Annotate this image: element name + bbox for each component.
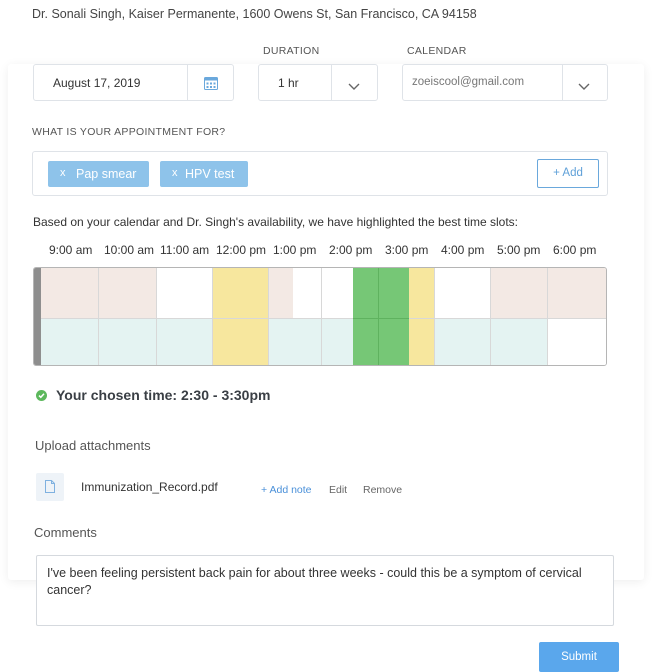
slot-1pm-top-a[interactable] — [269, 268, 293, 318]
remove-tag-icon[interactable]: x — [172, 167, 178, 179]
calendar-value: zoeiscool@gmail.com — [412, 76, 525, 88]
slot-4pm-top[interactable] — [435, 268, 491, 318]
current-time-bar — [34, 268, 41, 365]
slot-11am-top[interactable] — [157, 268, 213, 318]
remove-link[interactable]: Remove — [363, 484, 402, 496]
add-note-link[interactable]: + Add note — [261, 484, 312, 496]
slot-5pm-bottom[interactable] — [491, 318, 548, 365]
time-slot-grid[interactable] — [33, 267, 607, 366]
calendar-icon[interactable] — [204, 76, 218, 95]
slot-3pm-bottom-a[interactable] — [379, 318, 409, 365]
tag-pap-smear[interactable]: x Pap smear — [48, 161, 149, 187]
time-label: 4:00 pm — [441, 243, 485, 257]
reason-label: WHAT IS YOUR APPOINTMENT FOR? — [32, 126, 226, 138]
slot-4pm-bottom[interactable] — [435, 318, 491, 365]
slot-6pm-bottom[interactable] — [548, 318, 606, 365]
duration-label: DURATION — [263, 45, 320, 57]
duration-select[interactable]: 1 hr — [258, 64, 378, 101]
time-label: 10:00 am — [104, 243, 155, 257]
tag-label: HPV test — [185, 167, 235, 181]
chevron-down-icon[interactable] — [348, 78, 360, 96]
check-circle-icon — [36, 390, 47, 401]
availability-intro: Based on your calendar and Dr. Singh's a… — [33, 215, 519, 229]
submit-button[interactable]: Submit — [539, 642, 619, 672]
slot-3pm-top-a[interactable] — [379, 268, 409, 318]
time-label: 5:00 pm — [497, 243, 541, 257]
comments-heading: Comments — [34, 525, 97, 540]
time-label: 12:00 pm — [216, 243, 267, 257]
slot-12pm-top[interactable] — [213, 268, 269, 318]
doctor-info: Dr. Sonali Singh, Kaiser Permanente, 160… — [32, 7, 477, 21]
edit-link[interactable]: Edit — [329, 484, 347, 496]
slot-2pm-bottom-b[interactable] — [353, 318, 379, 365]
slot-6pm-top[interactable] — [548, 268, 606, 318]
slot-10am-bottom[interactable] — [99, 318, 157, 365]
slot-9am-top[interactable] — [41, 268, 99, 318]
chevron-down-icon[interactable] — [578, 78, 590, 96]
time-label: 11:00 am — [160, 243, 210, 257]
slot-11am-bottom[interactable] — [157, 318, 213, 365]
time-label: 2:00 pm — [329, 243, 373, 257]
date-picker[interactable]: August 17, 2019 — [33, 64, 234, 101]
document-icon — [36, 473, 64, 501]
slot-1pm-bottom[interactable] — [269, 318, 322, 365]
calendar-label: CALENDAR — [407, 45, 467, 57]
time-label: 3:00 pm — [385, 243, 429, 257]
file-name: Immunization_Record.pdf — [81, 480, 218, 494]
slot-10am-top[interactable] — [99, 268, 157, 318]
slot-2pm-top-b[interactable] — [353, 268, 379, 318]
tag-hpv-test[interactable]: x HPV test — [160, 161, 248, 187]
date-value: August 17, 2019 — [53, 76, 141, 90]
tag-label: Pap smear — [76, 167, 137, 181]
time-label: 1:00 pm — [273, 243, 317, 257]
remove-tag-icon[interactable]: x — [60, 167, 66, 179]
slot-3pm-bottom-b[interactable] — [409, 318, 435, 365]
slot-2pm-top-a[interactable] — [322, 268, 353, 318]
duration-value: 1 hr — [278, 76, 299, 90]
slot-12pm-bottom[interactable] — [213, 318, 269, 365]
time-label: 9:00 am — [49, 243, 93, 257]
chosen-time: Your chosen time: 2:30 - 3:30pm — [56, 387, 271, 403]
time-label: 6:00 pm — [553, 243, 597, 257]
comments-value: I've been feeling persistent back pain f… — [47, 566, 582, 597]
slot-3pm-top-b[interactable] — [409, 268, 435, 318]
slot-5pm-top[interactable] — [491, 268, 548, 318]
slot-2pm-bottom-a[interactable] — [322, 318, 353, 365]
add-reason-button[interactable]: + Add — [537, 159, 599, 188]
slot-9am-bottom[interactable] — [41, 318, 99, 365]
comments-textarea[interactable]: I've been feeling persistent back pain f… — [36, 555, 614, 626]
attachments-heading: Upload attachments — [35, 438, 151, 453]
calendar-select[interactable]: zoeiscool@gmail.com — [402, 64, 608, 101]
slot-1pm-top-b[interactable] — [293, 268, 322, 318]
